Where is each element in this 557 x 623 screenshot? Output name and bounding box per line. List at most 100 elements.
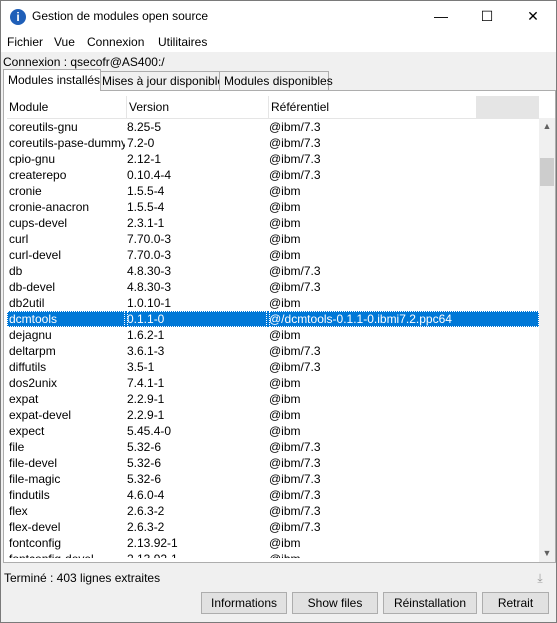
table-row[interactable]: createrepo 0.10.4-4 @ibm/7.3 — [7, 167, 539, 183]
table-row[interactable]: cronie-anacron 1.5.5-4 @ibm — [7, 199, 539, 215]
column-header-repository[interactable]: Référentiel — [269, 96, 477, 118]
repository-cell: @ibm/7.3 — [269, 520, 321, 534]
table-row[interactable]: diffutils 3.5-1 @ibm/7.3 — [7, 359, 539, 375]
table-row[interactable]: file 5.32-6 @ibm/7.3 — [7, 439, 539, 455]
repository-cell: @ibm — [269, 551, 539, 558]
scroll-up-arrow-icon[interactable]: ▲ — [539, 118, 555, 135]
table-row[interactable]: file-devel 5.32-6 @ibm/7.3 — [7, 455, 539, 471]
tab-installed-modules[interactable]: Modules installés — [3, 69, 101, 91]
repository-cell: @ibm — [269, 200, 301, 214]
version-cell: 2.3.1-1 — [127, 216, 165, 230]
tab-available-modules[interactable]: Modules disponibles — [219, 71, 333, 90]
reinstall-button[interactable]: Réinstallation — [383, 592, 477, 614]
menu-fichier[interactable]: Fichier — [7, 35, 43, 49]
version-cell: 4.8.30-3 — [127, 264, 172, 278]
version-cell: 7.70.0-3 — [127, 232, 172, 246]
module-cell: db — [9, 264, 23, 278]
table-row[interactable]: flex 2.6.3-2 @ibm/7.3 — [7, 503, 539, 519]
repository-cell: @ibm/7.3 — [269, 360, 321, 374]
repository-cell: @ibm/7.3 — [269, 152, 321, 166]
table-header: Module Version Référentiel — [7, 96, 477, 119]
scrollbar-thumb[interactable] — [540, 158, 554, 186]
column-header-module[interactable]: Module — [7, 96, 127, 118]
table-row[interactable]: fontconfig 2.13.92-1 @ibm — [7, 535, 539, 551]
modules-table: Module Version Référentiel coreutils-gnu… — [7, 96, 539, 558]
menu-utilitaires[interactable]: Utilitaires — [158, 35, 207, 49]
table-row[interactable]: file-magic 5.32-6 @ibm/7.3 — [7, 471, 539, 487]
table-row[interactable]: deltarpm 3.6.1-3 @ibm/7.3 — [7, 343, 539, 359]
version-cell: 0.1.1-0 — [127, 311, 267, 327]
status-text: Terminé : 403 lignes extraites — [4, 571, 161, 585]
menu-bar: Fichier Vue Connexion Utilitaires — [1, 32, 556, 52]
table-row[interactable]: cronie 1.5.5-4 @ibm — [7, 183, 539, 199]
version-cell: 5.45.4-0 — [127, 424, 172, 438]
table-row[interactable]: flex-devel 2.6.3-2 @ibm/7.3 — [7, 519, 539, 535]
table-row[interactable]: cpio-gnu 2.12-1 @ibm/7.3 — [7, 151, 539, 167]
version-cell: 5.32-6 — [127, 440, 162, 454]
module-cell: expect — [9, 424, 45, 438]
show-files-button[interactable]: Show files — [292, 592, 378, 614]
version-cell: 7.2-0 — [127, 136, 155, 150]
module-cell: dejagnu — [9, 328, 52, 342]
module-cell: expat-devel — [9, 408, 72, 422]
repository-cell: @ibm — [269, 248, 301, 262]
tab-available-updates[interactable]: Mises à jour disponibles — [97, 71, 230, 90]
repository-cell: @ibm/7.3 — [269, 168, 321, 182]
close-button[interactable]: ✕ — [510, 1, 556, 32]
repository-cell: @ibm — [269, 328, 301, 342]
module-cell: expat — [9, 392, 39, 406]
menu-vue[interactable]: Vue — [54, 35, 75, 49]
table-row[interactable]: expat 2.2.9-1 @ibm — [7, 391, 539, 407]
version-cell: 8.25-5 — [127, 120, 162, 134]
table-row[interactable]: coreutils-pase-dummy 7.2-0 @ibm/7.3 — [7, 135, 539, 151]
version-cell: 2.13.92-1 — [127, 536, 178, 550]
repository-cell: @/dcmtools-0.1.1-0.ibmi7.2.ppc64 — [269, 311, 539, 327]
module-cell: coreutils-pase-dummy — [9, 136, 125, 150]
table-row[interactable]: db 4.8.30-3 @ibm/7.3 — [7, 263, 539, 279]
table-row[interactable]: db2util 1.0.10-1 @ibm — [7, 295, 539, 311]
repository-cell: @ibm/7.3 — [269, 472, 321, 486]
title-bar[interactable]: i Gestion de modules open source — ☐ ✕ — [1, 1, 556, 32]
table-row[interactable]: curl-devel 7.70.0-3 @ibm — [7, 247, 539, 263]
download-icon[interactable]: ⤓ — [533, 571, 547, 585]
version-cell: 2.6.3-2 — [127, 504, 165, 518]
table-row[interactable]: dos2unix 7.4.1-1 @ibm — [7, 375, 539, 391]
repository-cell: @ibm — [269, 216, 301, 230]
module-cell: fontconfig-devel — [7, 551, 125, 558]
module-cell: cronie — [9, 184, 42, 198]
table-header-filler — [477, 96, 539, 119]
app-window: i Gestion de modules open source — ☐ ✕ F… — [0, 0, 557, 623]
table-row[interactable]: dejagnu 1.6.2-1 @ibm — [7, 327, 539, 343]
remove-button[interactable]: Retrait — [482, 592, 549, 614]
version-cell: 4.8.30-3 — [127, 280, 172, 294]
menu-connexion[interactable]: Connexion — [87, 35, 144, 49]
minimize-button[interactable]: — — [418, 1, 464, 32]
maximize-button[interactable]: ☐ — [464, 1, 510, 32]
repository-cell: @ibm/7.3 — [269, 136, 321, 150]
table-row[interactable]: expect 5.45.4-0 @ibm — [7, 423, 539, 439]
table-row[interactable]: expat-devel 2.2.9-1 @ibm — [7, 407, 539, 423]
version-cell: 1.5.5-4 — [127, 200, 165, 214]
table-row[interactable]: cups-devel 2.3.1-1 @ibm — [7, 215, 539, 231]
module-cell: dcmtools — [7, 311, 125, 327]
table-row[interactable]: fontconfig-devel2.13.92-1@ibm — [7, 551, 539, 558]
table-body: coreutils-gnu 8.25-5 @ibm/7.3 coreutils-pas… — [7, 119, 539, 558]
repository-cell: @ibm/7.3 — [269, 456, 321, 470]
informations-button[interactable]: Informations — [201, 592, 287, 614]
module-cell: fontconfig — [9, 536, 62, 550]
column-header-version[interactable]: Version — [127, 96, 269, 118]
table-row[interactable]: findutils 4.6.0-4 @ibm/7.3 — [7, 487, 539, 503]
scroll-down-arrow-icon[interactable]: ▼ — [539, 545, 555, 562]
module-cell: db2util — [9, 296, 45, 310]
module-cell: file-devel — [9, 456, 58, 470]
table-row[interactable]: dcmtools 0.1.1-0 @/dcmtools-0.1.1-0.ibmi7.… — [7, 311, 539, 327]
table-row[interactable]: curl 7.70.0-3 @ibm — [7, 231, 539, 247]
table-row[interactable]: db-devel 4.8.30-3 @ibm/7.3 — [7, 279, 539, 295]
table-row[interactable]: coreutils-gnu 8.25-5 @ibm/7.3 — [7, 119, 539, 135]
module-cell: createrepo — [9, 168, 67, 182]
vertical-scrollbar[interactable]: ▲ ▼ — [539, 118, 555, 562]
module-cell: diffutils — [9, 360, 47, 374]
version-cell: 3.6.1-3 — [127, 344, 165, 358]
module-cell: curl-devel — [9, 248, 62, 262]
repository-cell: @ibm — [269, 392, 301, 406]
